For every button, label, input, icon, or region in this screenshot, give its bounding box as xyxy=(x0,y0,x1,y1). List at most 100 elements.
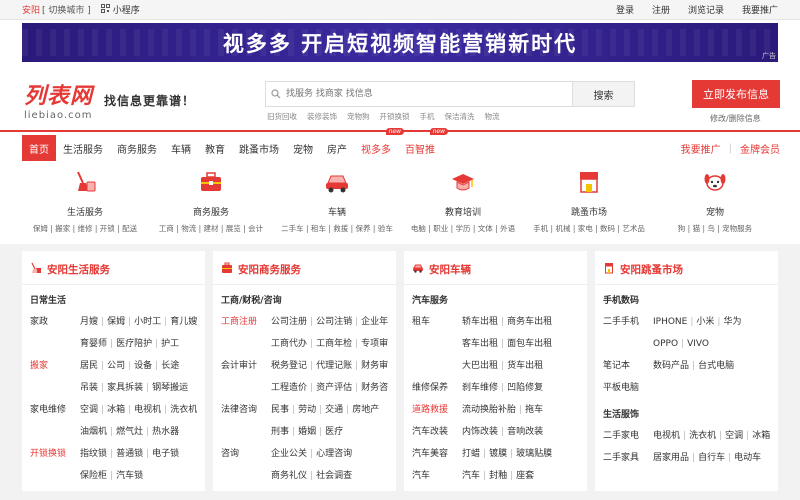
row-value-link[interactable]: 油烟机 xyxy=(80,427,107,437)
row-value-link[interactable]: 保险柜 xyxy=(80,471,107,481)
row-label[interactable] xyxy=(412,355,462,377)
nav-item[interactable]: 生活服务 xyxy=(56,135,110,161)
category-item[interactable]: 跳蚤市场 手机 | 机械 | 家电 | 数码 | 艺术品 xyxy=(526,164,652,244)
row-value-link[interactable]: 洗衣机 xyxy=(689,431,716,441)
row-label[interactable] xyxy=(30,421,80,443)
panel-title[interactable]: 安阳跳蚤市场 xyxy=(595,259,778,285)
row-value-link[interactable]: 资产评估 xyxy=(316,383,352,393)
row-value-link[interactable]: IPHONE xyxy=(653,317,687,327)
category-item[interactable]: 生活服务 保姆 | 搬家 | 维修 | 开锁 | 配送 xyxy=(22,164,148,244)
row-value-link[interactable]: 民事 xyxy=(271,405,289,415)
row-value-link[interactable]: 音响改装 xyxy=(507,427,543,437)
row-value-link[interactable]: 居家用品 xyxy=(653,453,689,463)
hot-word[interactable]: 宠物狗 xyxy=(347,111,370,122)
row-value-link[interactable]: 小时工 xyxy=(134,317,161,327)
row-value-link[interactable]: 普通锁 xyxy=(116,449,143,459)
hot-word[interactable]: 旧货回收 xyxy=(267,111,297,122)
row-value-link[interactable]: 数码产品 xyxy=(653,361,689,371)
row-value-link[interactable]: 吊装 xyxy=(80,383,98,393)
category-item[interactable]: 车辆 二手车 | 租车 | 救援 | 保养 | 验车 xyxy=(274,164,400,244)
row-label[interactable]: 汽车改装 xyxy=(412,421,462,443)
row-label[interactable] xyxy=(221,333,271,355)
row-label[interactable]: 搬家 xyxy=(30,355,80,377)
ad-banner[interactable]: 视多多 开启短视频智能营销新时代 广告 xyxy=(22,23,778,62)
row-label[interactable]: 会计审计 xyxy=(221,355,271,377)
panel-title[interactable]: 安阳生活服务 xyxy=(22,259,205,285)
hot-word[interactable]: 手机 xyxy=(420,111,435,122)
row-label[interactable]: 二手家具 xyxy=(603,447,653,469)
row-value-link[interactable]: 电视机 xyxy=(653,431,680,441)
category-subs[interactable]: 电脑 | 职业 | 学历 | 文体 | 外语 xyxy=(411,223,515,234)
row-value-link[interactable]: 企业年检 xyxy=(361,317,388,327)
row-label[interactable] xyxy=(30,333,80,355)
gold-member-link[interactable]: 金牌会员 xyxy=(740,141,780,156)
row-value-link[interactable]: 交通 xyxy=(325,405,343,415)
row-value-link[interactable]: 代理记账 xyxy=(316,361,352,371)
login-link[interactable]: 登录 xyxy=(616,3,634,16)
row-value-link[interactable]: 座套 xyxy=(516,471,534,481)
row-label[interactable]: 二手手机 xyxy=(603,311,653,333)
city-name[interactable]: 安阳 xyxy=(22,3,40,16)
panel-title[interactable]: 安阳商务服务 xyxy=(213,259,396,285)
row-value-link[interactable]: 婚姻 xyxy=(298,427,316,437)
row-value-link[interactable]: 燃气灶 xyxy=(116,427,143,437)
category-item[interactable]: 教育培训 电脑 | 职业 | 学历 | 文体 | 外语 xyxy=(400,164,526,244)
row-label[interactable] xyxy=(30,377,80,399)
row-value-link[interactable]: 商务礼仪 xyxy=(271,471,307,481)
row-value-link[interactable]: 专项审批 xyxy=(361,339,388,349)
row-label[interactable] xyxy=(221,465,271,487)
category-subs[interactable]: 二手车 | 租车 | 救援 | 保养 | 验车 xyxy=(281,223,393,234)
row-value-link[interactable]: 育婴师 xyxy=(80,339,107,349)
promote-link[interactable]: 我要推广 xyxy=(742,3,778,16)
switch-city-link[interactable]: [ 切换城市 ] xyxy=(42,3,91,16)
row-value-link[interactable]: 小米 xyxy=(696,317,714,327)
row-value-link[interactable]: 财务审计 xyxy=(361,361,388,371)
row-label[interactable] xyxy=(603,333,653,355)
row-value-link[interactable]: OPPO xyxy=(653,339,678,349)
nav-item[interactable]: 房产 xyxy=(320,135,354,161)
row-value-link[interactable]: 面包车出租 xyxy=(507,339,552,349)
row-value-link[interactable]: 财务咨询 xyxy=(361,383,388,393)
edit-delete-link[interactable]: 修改/删除信息 xyxy=(710,113,761,124)
row-value-link[interactable]: 长途 xyxy=(161,361,179,371)
row-value-link[interactable]: 设备 xyxy=(134,361,152,371)
row-value-link[interactable]: 汽车 xyxy=(462,471,480,481)
row-value-link[interactable]: 封釉 xyxy=(489,471,507,481)
row-label[interactable]: 法律咨询 xyxy=(221,399,271,421)
row-value-link[interactable]: 自行车 xyxy=(698,453,725,463)
category-subs[interactable]: 工商 | 物流 | 建材 | 展览 | 会计 xyxy=(159,223,263,234)
row-label[interactable]: 二手家电 xyxy=(603,425,653,447)
register-link[interactable]: 注册 xyxy=(652,3,670,16)
row-value-link[interactable]: 医疗 xyxy=(325,427,343,437)
row-value-link[interactable]: 流动换胎补胎 xyxy=(462,405,516,415)
row-value-link[interactable]: 家具拆装 xyxy=(107,383,143,393)
category-subs[interactable]: 保姆 | 搬家 | 维修 | 开锁 | 配送 xyxy=(33,223,137,234)
row-value-link[interactable]: VIVO xyxy=(687,339,709,349)
row-value-link[interactable]: 玻璃贴膜 xyxy=(516,449,552,459)
row-value-link[interactable]: 税务登记 xyxy=(271,361,307,371)
row-value-link[interactable]: 华为 xyxy=(723,317,741,327)
row-value-link[interactable]: 钢琴搬运 xyxy=(152,383,188,393)
row-value-link[interactable]: 房地产 xyxy=(352,405,379,415)
row-label[interactable]: 平板电脑 xyxy=(603,377,653,399)
row-value-link[interactable]: 社会调查 xyxy=(316,471,352,481)
row-value-link[interactable]: 冰箱 xyxy=(107,405,125,415)
nav-item[interactable]: 宠物 xyxy=(286,135,320,161)
row-value-link[interactable]: 拖车 xyxy=(525,405,543,415)
promote-nav-link[interactable]: 我要推广 xyxy=(681,141,721,156)
nav-item[interactable]: 百智推 new xyxy=(398,128,448,161)
nav-item[interactable]: 教育 xyxy=(198,135,232,161)
row-value-link[interactable]: 工商年检 xyxy=(316,339,352,349)
logo[interactable]: 列表网 liebiao.com xyxy=(24,78,93,121)
row-value-link[interactable]: 劳动 xyxy=(298,405,316,415)
nav-item[interactable]: 车辆 xyxy=(164,135,198,161)
row-label[interactable] xyxy=(412,333,462,355)
row-value-link[interactable]: 商务车出租 xyxy=(507,317,552,327)
row-label[interactable]: 汽车美容 xyxy=(412,443,462,465)
category-item[interactable]: 宠物狗 | 猫 | 鸟 | 宠物服务 xyxy=(652,164,778,244)
row-value-link[interactable]: 冰箱 xyxy=(752,431,770,441)
row-value-link[interactable]: 打蜡 xyxy=(462,449,480,459)
row-value-link[interactable]: 热水器 xyxy=(152,427,179,437)
row-label[interactable]: 道路救援 xyxy=(412,399,462,421)
row-label[interactable] xyxy=(221,421,271,443)
